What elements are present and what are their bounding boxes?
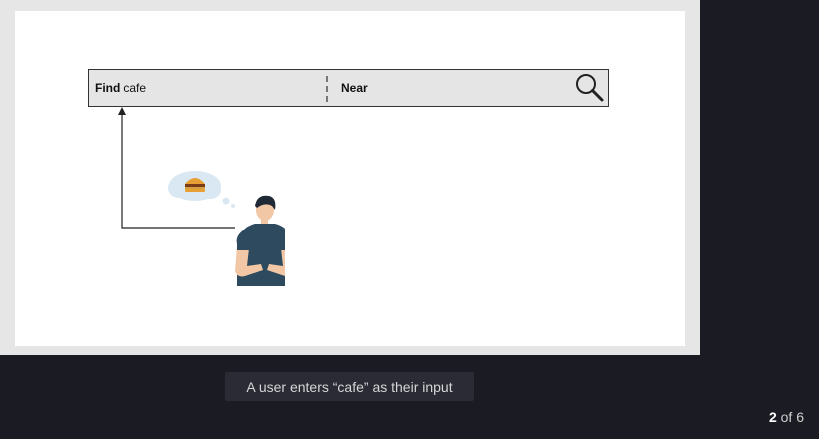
user-illustration <box>168 171 285 286</box>
slide-caption: A user enters “cafe” as their input <box>225 372 474 401</box>
input-arrow-connector <box>118 107 235 229</box>
pager-total: 6 <box>796 409 804 425</box>
pager-current: 2 <box>768 409 777 425</box>
pager-separator: of <box>780 409 793 425</box>
slide-frame: Find cafe Near <box>0 0 700 355</box>
slide-canvas: Find cafe Near <box>15 11 685 346</box>
slide-pager: 2 of 6 <box>769 409 804 425</box>
burger-thought-bubble-icon <box>168 171 235 208</box>
